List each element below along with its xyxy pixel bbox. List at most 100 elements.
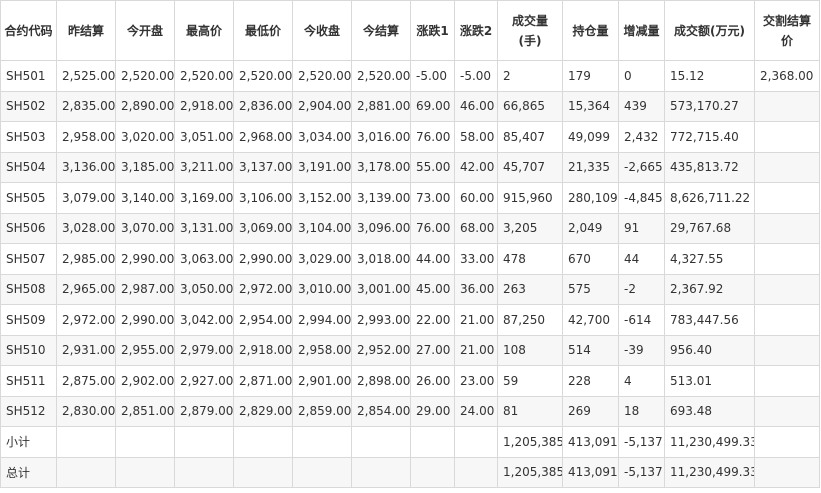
cell-turnover: 772,715.40 xyxy=(664,121,755,153)
cell-change-2: 58.00 xyxy=(454,121,498,153)
cell-change-1: 69.00 xyxy=(410,90,455,122)
cell-change-1: 76.00 xyxy=(410,121,455,153)
cell-close: 2,520.00 xyxy=(292,60,352,92)
table-body: SH501 2,525.00 2,520.00 2,520.00 2,520.00 2,5… xyxy=(0,60,820,488)
cell-change-1: 44.00 xyxy=(410,243,455,275)
cell-open-interest: 228 xyxy=(562,365,619,397)
table-row: SH505 3,079.00 3,140.00 3,169.00 3,106.00 3,1… xyxy=(0,182,820,214)
cell-settle: 2,993.00 xyxy=(351,304,411,336)
cell-prev-settle: 2,830.00 xyxy=(56,395,116,427)
cell-change-1 xyxy=(410,456,455,488)
cell-turnover: 573,170.27 xyxy=(664,90,755,122)
cell-oi-change: -614 xyxy=(618,304,665,336)
cell-settle: 2,520.00 xyxy=(351,60,411,92)
cell-open-interest: 269 xyxy=(562,395,619,427)
header-turnover: 成交额(万元) xyxy=(664,0,755,61)
cell-close: 2,994.00 xyxy=(292,304,352,336)
cell-delivery-settle xyxy=(754,273,820,305)
cell-low: 2,972.00 xyxy=(233,273,293,305)
cell-close: 3,152.00 xyxy=(292,182,352,214)
header-low: 最低价 xyxy=(233,0,293,61)
cell-close xyxy=(292,456,352,488)
cell-close: 3,191.00 xyxy=(292,151,352,183)
header-volume: 成交量(手) xyxy=(497,0,563,61)
cell-open: 2,851.00 xyxy=(115,395,175,427)
cell-open-interest: 42,700 xyxy=(562,304,619,336)
cell-close: 3,034.00 xyxy=(292,121,352,153)
cell-open xyxy=(115,426,175,458)
cell-prev-settle: 2,965.00 xyxy=(56,273,116,305)
header-contract-code: 合约代码 xyxy=(0,0,57,61)
cell-high: 2,979.00 xyxy=(174,334,234,366)
futures-quote-table: 合约代码 昨结算 今开盘 最高价 最低价 今收盘 今结算 涨跌1 涨跌2 成交量… xyxy=(0,0,820,488)
cell-change-2: 33.00 xyxy=(454,243,498,275)
cell-oi-change: 91 xyxy=(618,212,665,244)
cell-oi-change: 44 xyxy=(618,243,665,275)
cell-open-interest: 413,091 xyxy=(562,426,619,458)
header-open-interest: 持仓量 xyxy=(562,0,619,61)
cell-low: 2,968.00 xyxy=(233,121,293,153)
cell-contract-code: SH511 xyxy=(0,365,57,397)
table-row: SH503 2,958.00 3,020.00 3,051.00 2,968.00 3,0… xyxy=(0,121,820,153)
cell-close xyxy=(292,426,352,458)
table-row: SH508 2,965.00 2,987.00 3,050.00 2,972.00 3,0… xyxy=(0,273,820,305)
cell-change-1: 45.00 xyxy=(410,273,455,305)
table-row: SH510 2,931.00 2,955.00 2,979.00 2,918.00 2,9… xyxy=(0,334,820,366)
cell-low: 2,871.00 xyxy=(233,365,293,397)
cell-high: 3,051.00 xyxy=(174,121,234,153)
cell-low: 2,520.00 xyxy=(233,60,293,92)
cell-open: 3,140.00 xyxy=(115,182,175,214)
cell-change-2: 68.00 xyxy=(454,212,498,244)
cell-oi-change: -5,137 xyxy=(618,426,665,458)
cell-open: 2,890.00 xyxy=(115,90,175,122)
cell-volume: 3,205 xyxy=(497,212,563,244)
cell-change-2: 46.00 xyxy=(454,90,498,122)
cell-prev-settle: 3,028.00 xyxy=(56,212,116,244)
cell-open: 3,070.00 xyxy=(115,212,175,244)
header-change-2: 涨跌2 xyxy=(454,0,498,61)
table-row: 总计 1,205,385 413,091 -5,137 11,230,499.33 xyxy=(0,456,820,488)
cell-settle: 3,096.00 xyxy=(351,212,411,244)
cell-oi-change: -39 xyxy=(618,334,665,366)
cell-turnover: 956.40 xyxy=(664,334,755,366)
header-delivery-settle: 交割结算价 xyxy=(754,0,820,61)
cell-prev-settle: 3,136.00 xyxy=(56,151,116,183)
cell-delivery-settle: 2,368.00 xyxy=(754,60,820,92)
cell-contract-code: SH509 xyxy=(0,304,57,336)
cell-open: 3,185.00 xyxy=(115,151,175,183)
table-row: SH506 3,028.00 3,070.00 3,131.00 3,069.00 3,1… xyxy=(0,212,820,244)
cell-high: 2,879.00 xyxy=(174,395,234,427)
cell-delivery-settle xyxy=(754,182,820,214)
header-prev-settle: 昨结算 xyxy=(56,0,116,61)
cell-volume: 2 xyxy=(497,60,563,92)
cell-contract-code: SH507 xyxy=(0,243,57,275)
table-row: SH504 3,136.00 3,185.00 3,211.00 3,137.00 3,1… xyxy=(0,151,820,183)
cell-high: 3,042.00 xyxy=(174,304,234,336)
cell-turnover: 4,327.55 xyxy=(664,243,755,275)
table-row: SH501 2,525.00 2,520.00 2,520.00 2,520.00 2,5… xyxy=(0,60,820,92)
cell-change-1: 22.00 xyxy=(410,304,455,336)
cell-delivery-settle xyxy=(754,151,820,183)
cell-close: 3,104.00 xyxy=(292,212,352,244)
cell-delivery-settle xyxy=(754,426,820,458)
cell-settle: 2,881.00 xyxy=(351,90,411,122)
cell-open-interest: 670 xyxy=(562,243,619,275)
cell-prev-settle: 2,958.00 xyxy=(56,121,116,153)
cell-turnover: 783,447.56 xyxy=(664,304,755,336)
cell-prev-settle: 2,972.00 xyxy=(56,304,116,336)
header-open: 今开盘 xyxy=(115,0,175,61)
cell-high: 3,050.00 xyxy=(174,273,234,305)
cell-volume: 915,960 xyxy=(497,182,563,214)
cell-open-interest: 21,335 xyxy=(562,151,619,183)
cell-contract-code: SH501 xyxy=(0,60,57,92)
cell-high: 3,211.00 xyxy=(174,151,234,183)
cell-turnover: 8,626,711.22 xyxy=(664,182,755,214)
header-oi-change: 增减量 xyxy=(618,0,665,61)
cell-volume: 108 xyxy=(497,334,563,366)
cell-change-1: 55.00 xyxy=(410,151,455,183)
cell-open-interest: 280,109 xyxy=(562,182,619,214)
header-close: 今收盘 xyxy=(292,0,352,61)
cell-change-2: -5.00 xyxy=(454,60,498,92)
cell-prev-settle: 2,525.00 xyxy=(56,60,116,92)
cell-turnover: 2,367.92 xyxy=(664,273,755,305)
